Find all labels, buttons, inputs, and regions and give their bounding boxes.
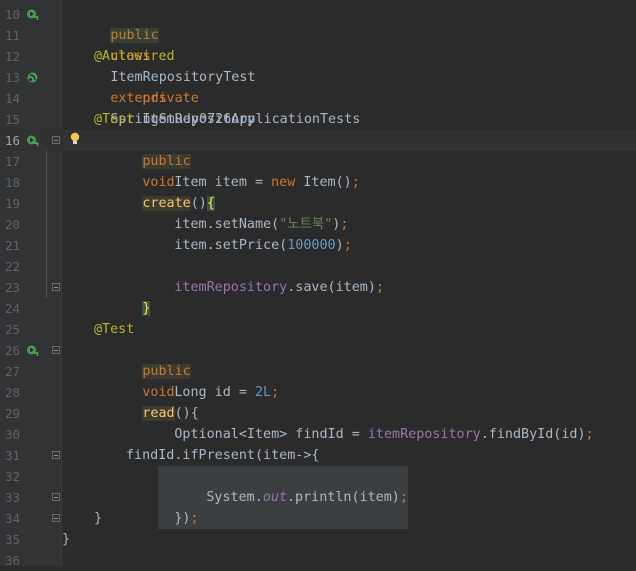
code-line-20[interactable]: 20 item.setPrice(100000); (0, 214, 636, 253)
line-number: 28 (4, 385, 20, 400)
line-number: 35 (4, 532, 20, 547)
code-line-28[interactable]: 28 (0, 382, 636, 403)
line-number: 25 (4, 322, 20, 337)
code-line-14[interactable]: 14 (0, 88, 636, 109)
run-test-icon[interactable] (26, 134, 39, 147)
code-line-29[interactable]: 29 Optional<Item> findId = itemRepositor… (0, 403, 636, 442)
annotation: @Test (94, 112, 135, 127)
annotation: @Autowired (94, 49, 175, 64)
annotation: @Test (94, 322, 135, 337)
code-line-13[interactable]: 13 private ItemRepository itemRepository… (0, 67, 636, 148)
code-line-36[interactable]: 36 (0, 550, 636, 571)
code-line-16[interactable]: 16 public void create(){ (0, 130, 636, 211)
line-number: 13 (4, 70, 20, 85)
code-line-34[interactable]: 34 } (0, 508, 636, 529)
line-number: 18 (4, 175, 20, 190)
code-line-10[interactable]: 10 public class ItemRepositoryTest exten… (0, 4, 636, 127)
line-number: 23 (4, 280, 20, 295)
code-line-31[interactable]: 31 findId.ifPresent(item->{ (0, 445, 636, 466)
code-line-23[interactable]: 23 } (0, 277, 636, 316)
fold-toggle[interactable] (52, 451, 60, 459)
fold-toggle[interactable] (52, 493, 60, 501)
bean-navigation-icon[interactable] (26, 71, 39, 84)
method-call: findId.ifPresent(item->{ (126, 448, 320, 463)
fold-toggle[interactable] (52, 346, 60, 354)
code-editor[interactable]: 10 public class ItemRepositoryTest exten… (0, 0, 636, 568)
line-number: 32 (4, 469, 20, 484)
closing-brace: } (62, 532, 71, 547)
line-number: 33 (4, 490, 20, 505)
code-line-15[interactable]: 15 @Test (0, 109, 636, 130)
line-number: 10 (4, 7, 20, 22)
line-number: 34 (4, 511, 20, 526)
line-number: 27 (4, 364, 20, 379)
line-number: 15 (4, 112, 20, 127)
fold-toggle[interactable] (52, 514, 60, 522)
line-number: 19 (4, 196, 20, 211)
code-line-30[interactable]: 30 (0, 424, 636, 445)
code-line-19[interactable]: 19 item.setName("노트북"); (0, 193, 636, 232)
line-number: 26 (4, 343, 20, 358)
closing-brace: } (94, 511, 103, 526)
code-line-33[interactable]: 33 }); (0, 487, 636, 526)
code-line-32[interactable]: 32 System.out.println(item); (0, 466, 636, 529)
code-line-22[interactable]: 22 itemRepository.save(item); (0, 256, 636, 295)
code-line-21[interactable]: 21 (0, 235, 636, 256)
line-number: 12 (4, 49, 20, 64)
line-number: 21 (4, 238, 20, 253)
line-number: 24 (4, 301, 20, 316)
line-number: 16 (4, 133, 20, 148)
code-line-12[interactable]: 12 @Autowired (0, 46, 636, 67)
code-line-24[interactable]: 24 (0, 298, 636, 319)
code-line-26[interactable]: 26 public void read(){ (0, 340, 636, 421)
fold-toggle[interactable] (52, 283, 60, 291)
run-test-icon[interactable] (26, 344, 39, 357)
lightbulb-icon[interactable] (70, 132, 80, 146)
line-number: 11 (4, 28, 20, 43)
line-number: 20 (4, 217, 20, 232)
line-number: 22 (4, 259, 20, 274)
fold-toggle[interactable] (52, 136, 60, 144)
code-line-25[interactable]: 25 @Test (0, 319, 636, 340)
line-number: 17 (4, 154, 20, 169)
run-test-icon[interactable] (26, 8, 39, 21)
code-line-18[interactable]: 18 (0, 172, 636, 193)
line-number: 31 (4, 448, 20, 463)
code-line-17[interactable]: 17 Item item = new Item(); (0, 151, 636, 190)
line-number: 29 (4, 406, 20, 421)
line-number: 14 (4, 91, 20, 106)
line-number: 36 (4, 553, 20, 568)
code-line-35[interactable]: 35 } (0, 529, 636, 550)
code-line-27[interactable]: 27 Long id = 2L; (0, 361, 636, 400)
code-line-11[interactable]: 11 (0, 25, 636, 46)
line-number: 30 (4, 427, 20, 442)
